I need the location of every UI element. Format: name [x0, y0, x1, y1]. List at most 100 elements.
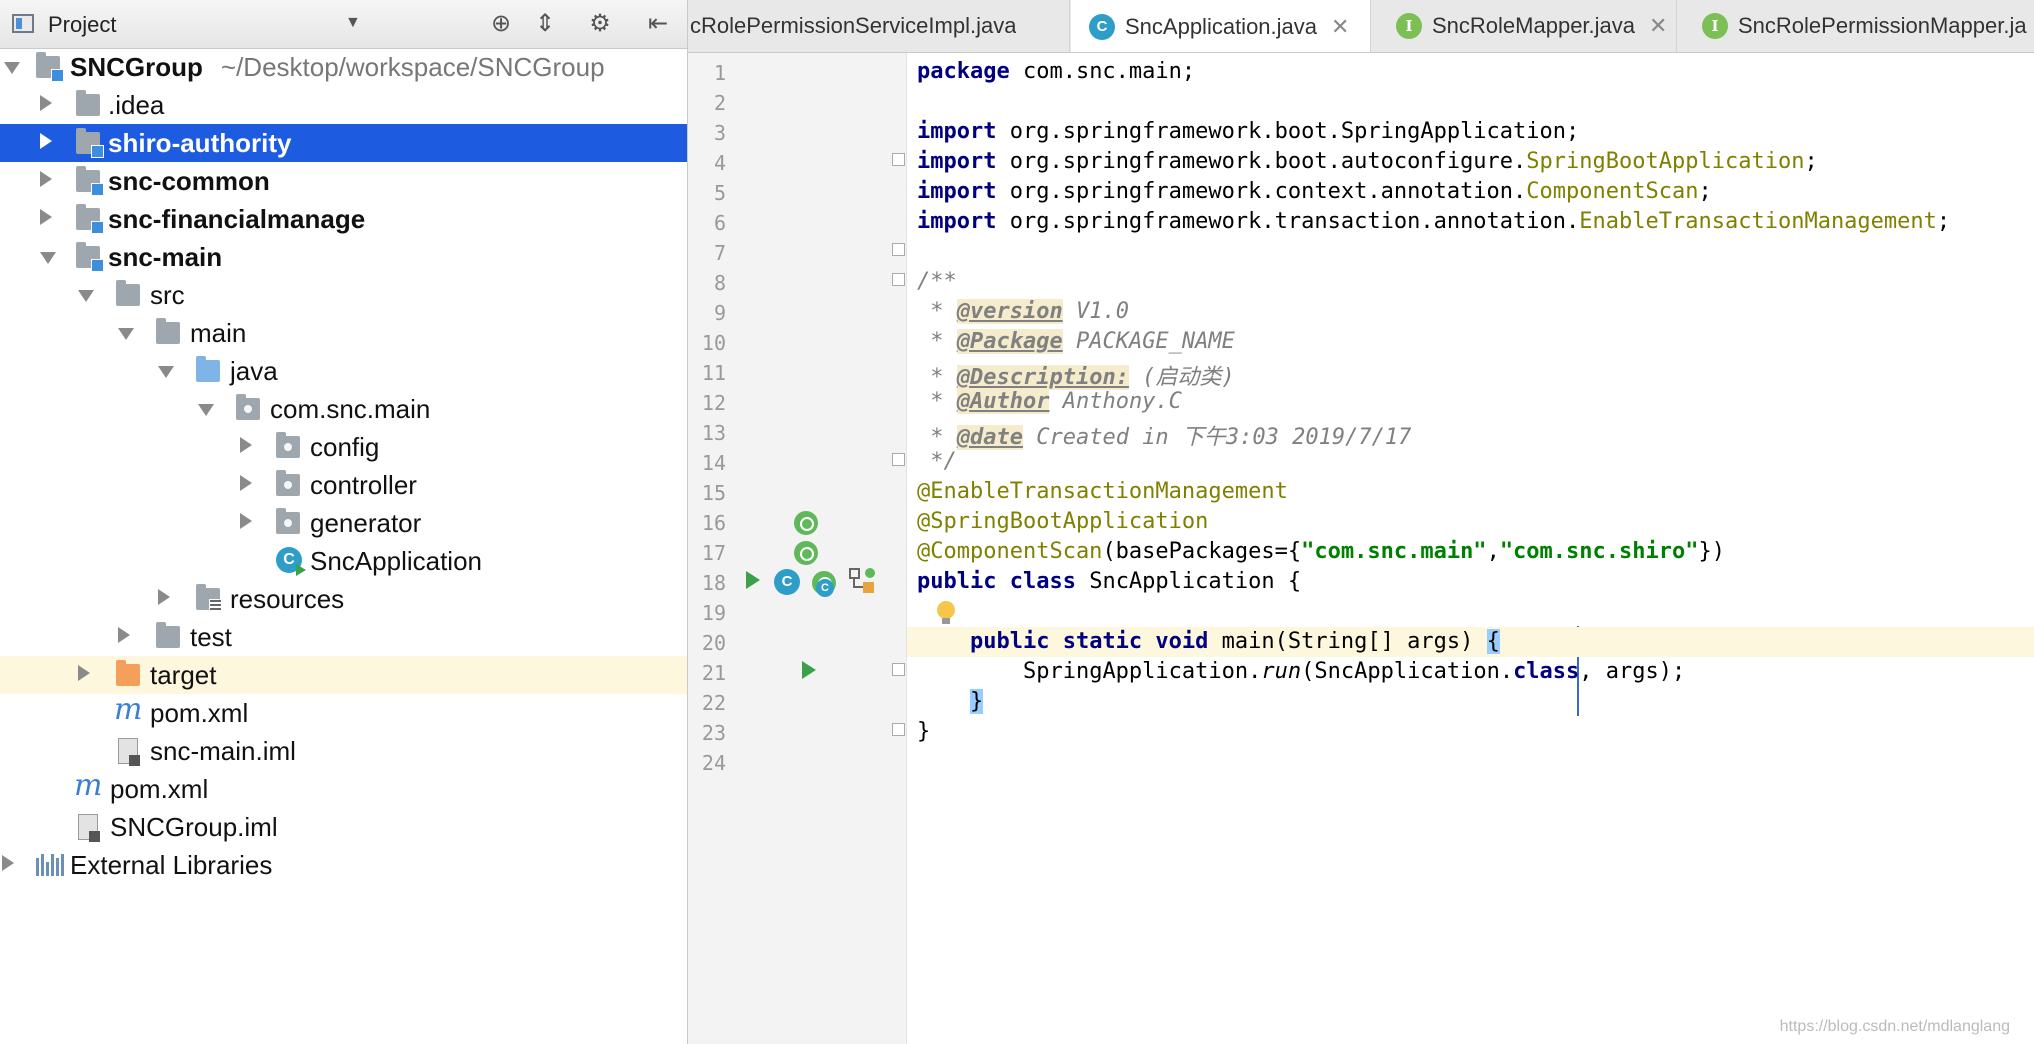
fold-marker-icon[interactable] — [892, 453, 905, 466]
project-panel-title[interactable]: Project — [48, 12, 116, 38]
expand-arrow-icon[interactable] — [40, 133, 52, 149]
expand-arrow-icon[interactable] — [78, 665, 90, 681]
tree-item-snc-main-iml[interactable]: snc-main.iml — [0, 732, 687, 770]
expand-arrow-icon[interactable] — [40, 252, 56, 264]
tree-item-label: src — [150, 280, 185, 310]
code-line-4: import org.springframework.boot.autoconf… — [917, 149, 1818, 174]
gear-icon[interactable]: ⚙ — [585, 8, 615, 38]
tree-item-label: main — [190, 318, 247, 348]
tree-item-label: config — [310, 432, 380, 462]
class-icon: C — [816, 579, 834, 597]
spring-boot-class-icon: C — [276, 547, 306, 576]
tree-item-com-snc-main[interactable]: com.snc.main — [0, 390, 687, 428]
tree-item-sncapplication[interactable]: C SncApplication — [0, 542, 687, 580]
expand-arrow-icon[interactable] — [158, 589, 170, 605]
expand-arrow-icon[interactable] — [240, 437, 252, 453]
spring-dependency-icon[interactable] — [848, 567, 876, 595]
expand-arrow-icon[interactable] — [40, 209, 52, 225]
tree-item-test[interactable]: test — [0, 618, 687, 656]
tree-item-config[interactable]: config — [0, 428, 687, 466]
expand-arrow-icon[interactable] — [40, 171, 52, 187]
tab-role-permission-service-impl[interactable]: cRolePermissionServiceImpl.java — [688, 0, 1070, 52]
spring-config-class-icon[interactable]: C — [774, 569, 800, 595]
code-editor[interactable]: package com.snc.main; import org.springf… — [907, 53, 2034, 1044]
line-number: 18 — [701, 571, 726, 595]
tab-label: SncRolePermissionMapper.ja — [1738, 13, 2027, 38]
line-number: 24 — [701, 751, 726, 775]
expand-arrow-icon[interactable] — [4, 62, 20, 74]
line-number: 10 — [701, 331, 726, 355]
tree-item-label: SncApplication — [310, 546, 482, 576]
expand-arrow-icon[interactable] — [118, 627, 130, 643]
expand-arrow-icon[interactable] — [118, 328, 134, 340]
close-tab-icon[interactable]: ✕ — [1649, 13, 1667, 39]
tree-item-snc-financialmanage[interactable]: snc-financialmanage — [0, 200, 687, 238]
run-class-icon[interactable] — [746, 571, 760, 589]
line-number: 22 — [701, 691, 726, 715]
fold-marker-icon[interactable] — [892, 723, 905, 736]
iml-file-icon — [78, 814, 100, 842]
lightbulb-intention-icon[interactable] — [937, 601, 955, 624]
tree-item-label: shiro-authority — [108, 128, 292, 158]
folder-icon — [156, 318, 180, 344]
expand-arrow-icon[interactable] — [2, 855, 14, 871]
tree-item-main[interactable]: main — [0, 314, 687, 352]
tree-item-java[interactable]: java — [0, 352, 687, 390]
tree-item-shiro-authority[interactable]: shiro-authority — [0, 124, 687, 162]
view-selector-chevron-icon[interactable]: ▼ — [345, 14, 361, 32]
spring-bean-icon[interactable] — [794, 541, 818, 565]
tree-item-idea[interactable]: .idea — [0, 86, 687, 124]
folder-icon — [116, 280, 140, 306]
interface-icon: I — [1702, 13, 1728, 39]
expand-arrow-icon[interactable] — [40, 95, 52, 111]
project-panel: Project ▼ ⊕ ⇕ ⚙ ⇤ SNCGroup ~/Desktop/work… — [0, 0, 688, 1044]
tree-item-label: snc-financialmanage — [108, 204, 366, 234]
code-line-22: } — [969, 689, 984, 714]
expand-arrow-icon[interactable] — [158, 366, 174, 378]
expand-arrow-icon[interactable] — [78, 290, 94, 302]
tree-item-root-pom-xml[interactable]: m pom.xml — [0, 768, 687, 808]
tree-item-pom-xml[interactable]: m pom.xml — [0, 692, 687, 732]
fold-marker-icon[interactable] — [892, 243, 905, 256]
fold-marker-icon[interactable] — [892, 663, 905, 676]
expand-arrow-icon[interactable] — [198, 404, 214, 416]
code-line-13: * @date Created in 下午3:03 2019/7/17 — [917, 425, 1412, 450]
tree-item-src[interactable]: src — [0, 276, 687, 314]
spring-bean-icon[interactable] — [794, 511, 818, 535]
tree-item-sncgroup-iml[interactable]: SNCGroup.iml — [0, 808, 687, 846]
tree-item-sncgroup[interactable]: SNCGroup ~/Desktop/workspace/SNCGroup — [0, 48, 687, 86]
line-number: 4 — [713, 151, 726, 175]
code-line-17: @ComponentScan(basePackages={"com.snc.ma… — [917, 539, 1725, 564]
tree-item-controller[interactable]: controller — [0, 466, 687, 504]
tree-item-label: snc-common — [108, 166, 270, 196]
collapse-all-icon[interactable]: ⇕ — [530, 8, 560, 38]
folder-icon — [156, 622, 180, 648]
expand-arrow-icon[interactable] — [240, 475, 252, 491]
tree-item-generator[interactable]: generator — [0, 504, 687, 542]
project-path: ~/Desktop/workspace/SNCGroup — [220, 52, 605, 82]
close-tab-icon[interactable]: ✕ — [1331, 14, 1349, 40]
tab-snc-role-permission-mapper[interactable]: I SncRolePermissionMapper.ja — [1678, 0, 2034, 52]
hide-panel-icon[interactable]: ⇤ — [643, 8, 673, 38]
fold-marker-icon[interactable] — [892, 153, 905, 166]
tree-item-resources[interactable]: resources — [0, 580, 687, 618]
module-folder-icon — [76, 166, 104, 196]
tab-label: SncApplication.java — [1125, 13, 1318, 39]
tree-item-snc-common[interactable]: snc-common — [0, 162, 687, 200]
tree-item-target[interactable]: target — [0, 656, 687, 694]
tree-item-label: snc-main.iml — [150, 736, 296, 766]
locate-icon[interactable]: ⊕ — [486, 8, 516, 38]
code-line-12: * @Author Anthony.C — [917, 389, 1182, 414]
project-view-icon — [12, 14, 34, 33]
editor-gutter[interactable]: 1 2 3 4 5 6 7 8 9 10 11 12 13 14 15 16 1… — [688, 53, 907, 1044]
fold-marker-icon[interactable] — [892, 273, 905, 286]
tab-snc-application[interactable]: C SncApplication.java ✕ — [1071, 0, 1371, 52]
line-number: 17 — [701, 541, 726, 565]
run-main-icon[interactable] — [802, 661, 816, 679]
line-number: 5 — [713, 181, 726, 205]
tab-snc-role-mapper[interactable]: I SncRoleMapper.java ✕ — [1372, 0, 1677, 52]
line-number: 1 — [713, 61, 726, 85]
tree-item-snc-main[interactable]: snc-main — [0, 238, 687, 276]
tree-item-external-libraries[interactable]: External Libraries — [0, 846, 687, 884]
expand-arrow-icon[interactable] — [240, 513, 252, 529]
